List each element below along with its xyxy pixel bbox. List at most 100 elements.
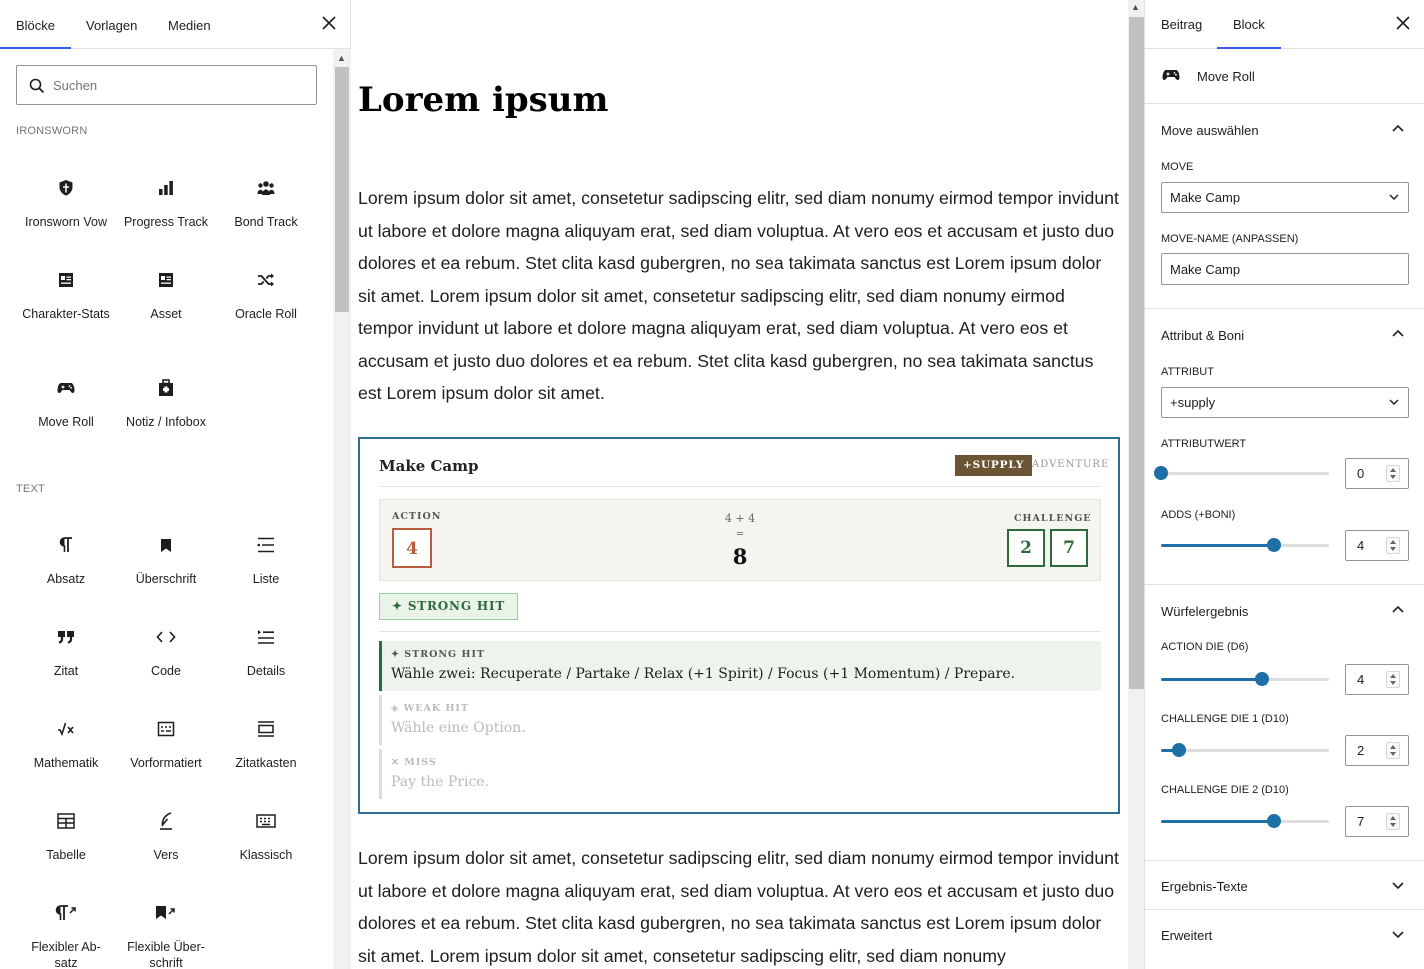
post-title[interactable]: Lorem ipsum: [358, 80, 608, 120]
paragraph-icon: [59, 537, 72, 552]
block-zitat[interactable]: Zitat: [16, 625, 116, 679]
id-card-icon: [159, 273, 173, 287]
panel-toggle-dice[interactable]: Würfelergebnis: [1161, 604, 1248, 619]
block-search-input[interactable]: [51, 66, 311, 104]
canvas-scrollbar[interactable]: ▲: [1128, 0, 1145, 969]
spin-buttons[interactable]: [1386, 813, 1400, 830]
close-sidebar-button[interactable]: [1396, 14, 1410, 34]
panel-toggle-move[interactable]: Move auswählen: [1161, 123, 1259, 138]
slider-handle[interactable]: [1266, 538, 1281, 552]
slider-handle[interactable]: [1266, 814, 1281, 828]
move-roll-block[interactable]: Make Camp +SUPPLY ADVENTURE ACTION 4 4 +…: [358, 437, 1120, 814]
chevron-down-icon[interactable]: [1392, 882, 1404, 890]
chevron-up-icon[interactable]: [1392, 124, 1404, 132]
inserter-tabs: Blöcke Vorlagen Medien: [0, 0, 350, 49]
number-value: 4: [1357, 672, 1365, 687]
outcome-strong-hit: ✦ STRONG HIT Wähle zwei: Recuperate / Pa…: [379, 641, 1101, 691]
roll-total: 8: [732, 544, 748, 569]
block-bond-track[interactable]: Bond Track: [216, 176, 316, 230]
attribute-value-slider[interactable]: [1154, 466, 1329, 482]
slider-handle[interactable]: [1172, 743, 1187, 757]
result-badge: ✦ STRONG HIT: [379, 593, 519, 620]
quote-icon: [58, 631, 74, 644]
spin-buttons[interactable]: [1386, 465, 1400, 482]
panel-toggle-attribute[interactable]: Attribut & Boni: [1161, 328, 1244, 343]
block-details[interactable]: Details: [216, 625, 316, 679]
slider-handle[interactable]: [1254, 672, 1269, 686]
category-ironsworn: IRONSWORN: [16, 125, 88, 137]
outcome-heading: ◈ WEAK HIT: [391, 703, 469, 714]
tab-blocks[interactable]: Blöcke: [0, 0, 72, 49]
challenge-die-2-slider[interactable]: [1161, 814, 1329, 830]
move-name-field[interactable]: [1161, 253, 1409, 285]
challenge-die-1-slider[interactable]: [1161, 743, 1329, 759]
block-zitatkasten[interactable]: Zitatkasten: [216, 717, 316, 771]
block-flexible-ueberschrift[interactable]: Flexible Über-schrift: [116, 901, 216, 969]
block-absatz[interactable]: Absatz: [16, 533, 116, 587]
block-asset[interactable]: Asset: [116, 268, 216, 322]
block-flexibler-absatz[interactable]: Flexibler Ab-satz: [16, 901, 116, 969]
challenge-die-1-input[interactable]: 2: [1345, 735, 1409, 766]
panel-attribute: Attribut & Boni ATTRIBUT +supply ATTRIBU…: [1145, 309, 1424, 585]
scroll-up-arrow-icon[interactable]: ▲: [337, 53, 346, 63]
move-category: ADVENTURE: [1032, 459, 1110, 470]
block-oracle-roll[interactable]: Oracle Roll: [216, 268, 316, 322]
tab-media[interactable]: Medien: [168, 0, 211, 49]
attribute-select[interactable]: +supply: [1161, 387, 1409, 418]
tab-patterns[interactable]: Vorlagen: [86, 0, 137, 49]
block-notiz-infobox[interactable]: Notiz / Infobox: [116, 376, 216, 430]
block-code[interactable]: Code: [116, 625, 216, 679]
adds-slider[interactable]: [1161, 538, 1329, 554]
spin-buttons[interactable]: [1386, 671, 1400, 688]
block-vers[interactable]: Vers: [116, 809, 216, 863]
block-mathematik[interactable]: Mathematik: [16, 717, 116, 771]
paragraph-block[interactable]: Lorem ipsum dolor sit amet, consetetur s…: [358, 182, 1120, 410]
block-move-roll[interactable]: Move Roll: [16, 376, 116, 430]
divider: [379, 486, 1101, 487]
adds-input[interactable]: 4: [1345, 530, 1409, 561]
spin-buttons[interactable]: [1386, 742, 1400, 759]
block-progress-track[interactable]: Progress Track: [116, 176, 216, 230]
shield-icon: [59, 180, 73, 196]
inserter-scrollbar[interactable]: ▲: [333, 49, 351, 969]
panel-toggle-advanced[interactable]: Erweitert: [1161, 928, 1212, 943]
slider-handle[interactable]: [1154, 466, 1168, 480]
block-charakter-stats[interactable]: Charakter-Stats: [16, 268, 116, 322]
editor-canvas: Lorem ipsum Lorem ipsum dolor sit amet, …: [351, 0, 1128, 969]
chevron-up-icon[interactable]: [1392, 329, 1404, 337]
block-ueberschrift[interactable]: Überschrift: [116, 533, 216, 587]
chevron-up-icon[interactable]: [1392, 605, 1404, 613]
panel-toggle-results-text[interactable]: Ergebnis-Texte: [1161, 879, 1248, 894]
bookmark-arrow-icon: [156, 906, 175, 919]
block-liste[interactable]: Liste: [216, 533, 316, 587]
close-inserter-button[interactable]: [322, 14, 336, 34]
attribute-value-input[interactable]: 0: [1345, 458, 1409, 489]
move-select[interactable]: Make Camp: [1161, 182, 1409, 213]
block-vorformatiert[interactable]: Vorformatiert: [116, 717, 216, 771]
block-tabelle[interactable]: Tabelle: [16, 809, 116, 863]
challenge-die-2-input[interactable]: 7: [1345, 806, 1409, 837]
spin-buttons[interactable]: [1386, 537, 1400, 554]
scrollbar-thumb[interactable]: [335, 67, 349, 312]
bar-chart-icon: [159, 181, 173, 195]
panel-results-text: Ergebnis-Texte: [1145, 861, 1424, 910]
scroll-up-arrow-icon[interactable]: ▲: [1131, 2, 1140, 12]
sidebar-tabs: Beitrag Block: [1145, 0, 1424, 49]
roll-equals: =: [735, 529, 745, 540]
outcome-text: Wähle zwei: Recuperate / Partake / Relax…: [391, 666, 1016, 682]
chevron-down-icon[interactable]: [1392, 931, 1404, 939]
block-klassisch[interactable]: Klassisch: [216, 809, 316, 863]
paragraph-block[interactable]: Lorem ipsum dolor sit amet, consetetur s…: [358, 842, 1120, 969]
list-icon: [257, 537, 274, 553]
math-icon: [58, 722, 74, 736]
action-die-input[interactable]: 4: [1345, 664, 1409, 695]
move-name-label: MOVE-NAME (ANPASSEN): [1161, 233, 1299, 245]
block-search: [16, 65, 317, 105]
move-name-input[interactable]: [1162, 254, 1408, 284]
action-die-slider[interactable]: [1161, 672, 1329, 688]
block-ironsworn-vow[interactable]: Ironsworn Vow: [16, 176, 116, 230]
tab-post[interactable]: Beitrag: [1161, 0, 1202, 49]
move-select-value: Make Camp: [1170, 190, 1241, 205]
scrollbar-thumb[interactable]: [1129, 17, 1144, 689]
tab-block[interactable]: Block: [1217, 0, 1281, 49]
